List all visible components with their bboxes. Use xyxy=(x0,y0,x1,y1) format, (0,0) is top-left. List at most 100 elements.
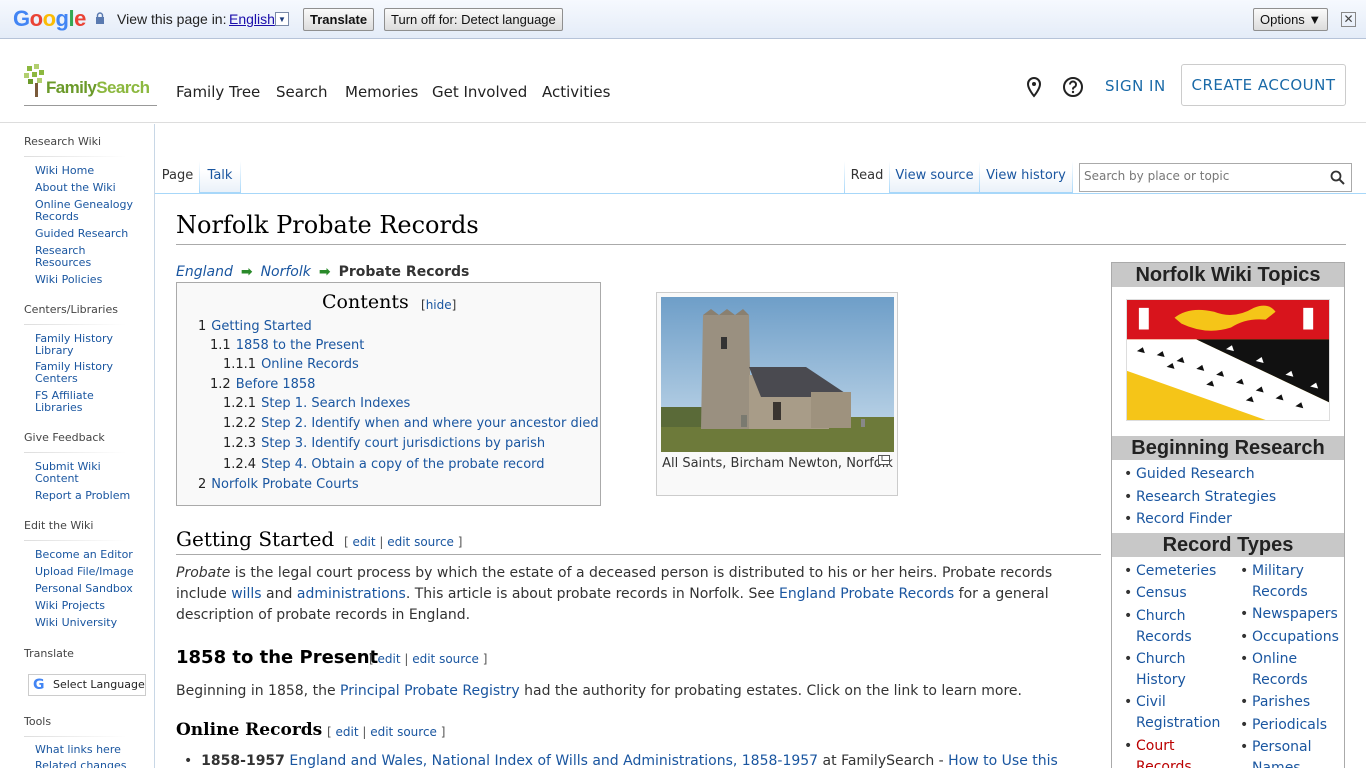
create-account-button[interactable]: CREATE ACCOUNT xyxy=(1181,64,1346,106)
chevron-down-icon[interactable]: ▼ xyxy=(275,12,289,26)
tab-read[interactable]: Read xyxy=(845,161,889,193)
tab-view-source[interactable]: View source xyxy=(890,161,979,193)
nav-memories[interactable]: Memories xyxy=(345,83,418,101)
toc-item[interactable]: 2 Norfolk Probate Courts xyxy=(198,477,359,492)
search-icon[interactable] xyxy=(1330,170,1345,185)
sidebar-item-related-changes[interactable]: Related changes xyxy=(35,760,135,768)
wills-link[interactable]: wills xyxy=(231,586,261,602)
toc-hide-toggle[interactable]: [hide] xyxy=(421,298,456,312)
toc-item[interactable]: 1.1 1858 to the Present xyxy=(210,338,364,353)
infobox-link-church-history[interactable]: Church History xyxy=(1124,649,1216,691)
sidebar-item-report-a-problem[interactable]: Report a Problem xyxy=(35,490,135,502)
infobox-link-record-finder[interactable]: Record Finder xyxy=(1124,509,1232,530)
edit-source-link[interactable]: edit source xyxy=(370,725,437,739)
nav-family-tree[interactable]: Family Tree xyxy=(176,83,260,101)
infobox-link-court-records[interactable]: Court Records xyxy=(1124,736,1216,768)
sidebar-item-wiki-home[interactable]: Wiki Home xyxy=(35,165,135,177)
turn-off-button[interactable]: Turn off for: Detect language xyxy=(384,8,563,31)
language-link[interactable]: English xyxy=(229,11,275,27)
infobox-link-civil-registration[interactable]: Civil Registration xyxy=(1124,692,1236,734)
sidebar-item-research-resources[interactable]: Research Resources xyxy=(35,245,135,269)
sidebar-item-about-the-wiki[interactable]: About the Wiki xyxy=(35,182,135,194)
england-probate-records-link[interactable]: England Probate Records xyxy=(779,586,954,602)
edit-source-link[interactable]: edit source xyxy=(387,535,454,549)
options-button[interactable]: Options ▼ xyxy=(1253,8,1329,31)
church-photo[interactable] xyxy=(661,297,894,452)
breadcrumb-current: Probate Records xyxy=(338,264,470,280)
infobox-title: Norfolk Wiki Topics xyxy=(1112,263,1344,287)
toc-item[interactable]: 1.2.1 Step 1. Search Indexes xyxy=(223,396,410,411)
toc-item[interactable]: 1.2.4 Step 4. Obtain a copy of the probat… xyxy=(223,457,545,472)
edit-link[interactable]: edit xyxy=(353,535,376,549)
breadcrumb-norfolk[interactable]: Norfolk xyxy=(261,264,311,280)
sidebar-item-fs-affiliate-libraries[interactable]: FS Affiliate Libraries xyxy=(35,390,135,414)
breadcrumb-england[interactable]: England xyxy=(176,264,233,280)
sidebar-item-upload-file-image[interactable]: Upload File/Image xyxy=(35,566,135,578)
tab-view-history[interactable]: View history xyxy=(980,161,1072,193)
sidebar-item-wiki-university[interactable]: Wiki University xyxy=(35,617,135,629)
logo-search-text: Search xyxy=(96,78,150,97)
edit-source-link[interactable]: edit source xyxy=(412,652,479,666)
section-edit-links: [ edit | edit source ] xyxy=(344,535,463,549)
nav-activities[interactable]: Activities xyxy=(542,83,610,101)
sidebar-item-what-links-here[interactable]: What links here xyxy=(35,744,135,756)
infobox-link-periodicals[interactable]: Periodicals xyxy=(1240,715,1327,736)
getting-started-paragraph: Probate is the legal court process by wh… xyxy=(176,565,1053,623)
sign-in-link[interactable]: SIGN IN xyxy=(1105,77,1166,95)
divider xyxy=(24,324,126,325)
lock-icon xyxy=(96,12,104,24)
sidebar-item-submit-wiki-content[interactable]: Submit Wiki Content xyxy=(35,461,135,485)
divider xyxy=(24,452,126,453)
infobox-link-census[interactable]: Census xyxy=(1124,583,1187,604)
principal-probate-registry-link[interactable]: Principal Probate Registry xyxy=(340,683,520,699)
sidebar-item-wiki-projects[interactable]: Wiki Projects xyxy=(35,600,135,612)
sidebar-item-guided-research[interactable]: Guided Research xyxy=(35,228,135,240)
infobox-link-occupations[interactable]: Occupations xyxy=(1240,627,1339,648)
section-heading-1858-present: 1858 to the Present xyxy=(176,647,379,668)
administrations-link[interactable]: administrations xyxy=(297,586,406,602)
toc-item[interactable]: 1 Getting Started xyxy=(198,319,312,334)
wiki-search-input[interactable]: Search by place or topic xyxy=(1079,163,1352,192)
toc-item[interactable]: 1.1.1 Online Records xyxy=(223,357,359,372)
close-icon[interactable]: ✕ xyxy=(1341,12,1356,27)
location-pin-icon[interactable] xyxy=(1023,76,1045,98)
help-icon[interactable] xyxy=(1062,76,1084,98)
sidebar-item-personal-sandbox[interactable]: Personal Sandbox xyxy=(35,583,135,595)
infobox-link-newspapers[interactable]: Newspapers xyxy=(1240,604,1338,625)
sidebar-item-wiki-policies[interactable]: Wiki Policies xyxy=(35,274,135,286)
how-to-use-link[interactable]: How to Use this xyxy=(948,753,1058,768)
arrow-right-icon: ➡ xyxy=(240,264,253,280)
table-of-contents: Contents [hide] 1 Getting Started 1.1 1858… xyxy=(176,282,601,506)
infobox-link-online-records[interactable]: Online Records xyxy=(1240,649,1332,691)
infobox-link-military-records[interactable]: Military Records xyxy=(1240,561,1332,603)
toc-item[interactable]: 1.2 Before 1858 xyxy=(210,377,315,392)
translate-button[interactable]: Translate xyxy=(303,8,375,31)
national-index-link[interactable]: England and Wales, National Index of Wil… xyxy=(289,753,818,768)
infobox-link-church-records[interactable]: Church Records xyxy=(1124,606,1216,648)
edit-link[interactable]: edit xyxy=(378,652,401,666)
select-language-label: Select Language xyxy=(53,678,145,691)
sidebar-item-online-genealogy-records[interactable]: Online Genealogy Records xyxy=(35,199,135,223)
toc-item[interactable]: 1.2.2 Step 2. Identify when and where you… xyxy=(223,416,599,431)
infobox-link-personal-names[interactable]: Personal Names xyxy=(1240,737,1332,768)
sidebar-heading-tools: Tools xyxy=(24,715,52,728)
infobox-link-cemeteries[interactable]: Cemeteries xyxy=(1124,561,1216,582)
norfolk-flag xyxy=(1126,299,1330,421)
sidebar-item-family-history-library[interactable]: Family History Library xyxy=(35,333,135,357)
familysearch-logo[interactable]: FamilySearch xyxy=(24,64,157,106)
tab-talk[interactable]: Talk xyxy=(200,161,240,193)
tab-page[interactable]: Page xyxy=(156,161,199,193)
infobox-link-guided-research[interactable]: Guided Research xyxy=(1124,464,1255,485)
sidebar-item-become-an-editor[interactable]: Become an Editor xyxy=(35,549,135,561)
toc-item[interactable]: 1.2.3 Step 3. Identify court jurisdiction… xyxy=(223,436,545,451)
nav-search[interactable]: Search xyxy=(276,83,328,101)
edit-link[interactable]: edit xyxy=(336,725,359,739)
infobox-link-parishes[interactable]: Parishes xyxy=(1240,692,1310,713)
sidebar-item-family-history-centers[interactable]: Family History Centers xyxy=(35,361,135,385)
nav-get-involved[interactable]: Get Involved xyxy=(432,83,527,101)
select-language-dropdown[interactable]: G Select Language xyxy=(28,674,146,696)
infobox-link-research-strategies[interactable]: Research Strategies xyxy=(1124,487,1276,508)
view-page-in-label: View this page in: xyxy=(117,11,227,27)
enlarge-icon[interactable] xyxy=(878,455,890,465)
section-heading-getting-started: Getting Started xyxy=(176,527,335,551)
